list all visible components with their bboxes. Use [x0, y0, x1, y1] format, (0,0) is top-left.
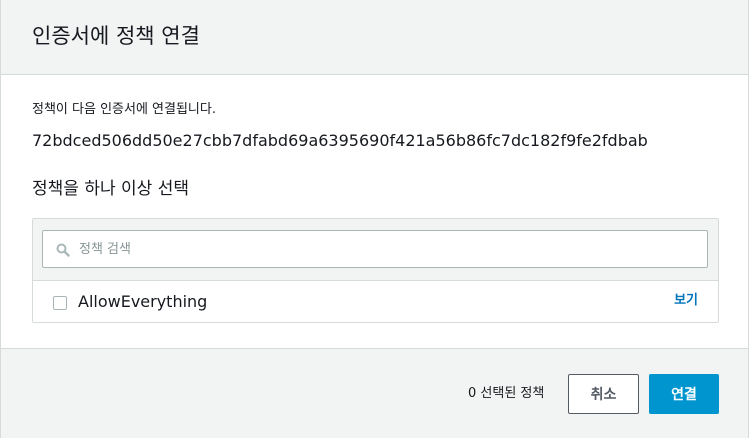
- policy-row[interactable]: AllowEverything 보기: [33, 281, 718, 323]
- policy-selection-panel: AllowEverything 보기: [32, 218, 719, 323]
- dialog-title: 인증서에 정책 연결: [32, 24, 200, 48]
- search-input[interactable]: [79, 231, 699, 267]
- attach-policy-dialog: 인증서에 정책 연결 정책이 다음 인증서에 연결됩니다. 72bdced506…: [0, 0, 749, 438]
- search-icon: [56, 243, 70, 257]
- search-box[interactable]: [42, 230, 708, 268]
- view-policy-link[interactable]: 보기: [674, 292, 698, 310]
- intro-text: 정책이 다음 인증서에 연결됩니다.: [32, 102, 216, 117]
- dialog-footer: 0 선택된 정책 취소 연결: [1, 348, 748, 438]
- dialog-header: 인증서에 정책 연결: [1, 0, 748, 75]
- policy-name: AllowEverything: [78, 292, 208, 311]
- certificate-id: 72bdced506dd50e27cbb7dfabd69a6395690f421…: [32, 131, 648, 150]
- connect-button[interactable]: 연결: [649, 374, 719, 414]
- search-bar-area: [33, 219, 718, 281]
- policy-checkbox[interactable]: [53, 296, 67, 310]
- cancel-button[interactable]: 취소: [568, 374, 639, 414]
- selected-policy-count: 0 선택된 정책: [468, 386, 545, 401]
- section-title: 정책을 하나 이상 선택: [32, 179, 189, 199]
